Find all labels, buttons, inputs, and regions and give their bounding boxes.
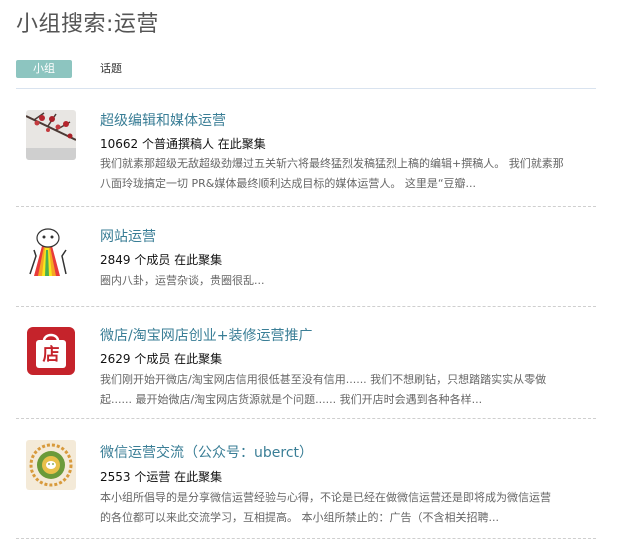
group-member-count: 10662 个普通撰稿人 在此聚集 — [100, 137, 266, 151]
page-title: 小组搜索:运营 — [16, 12, 159, 37]
description-line: 我们就素那超级无敌超级劲爆过五关斩六将最终猛烈发稿猛烈上稿的编辑+撰稿人。 我们… — [100, 157, 564, 170]
page: 小组搜索:运营 小组 话题 超级编辑和媒体运营 10662 个普通撰稿人 在此聚… — [0, 0, 640, 546]
group-name-link[interactable]: 微店/淘宝网店创业+装修运营推广 — [100, 325, 312, 345]
group-name-link[interactable]: 微信运营交流（公众号：uberct） — [100, 442, 313, 462]
group-item: 网站运营 2849 个成员 在此聚集 圈内八卦，运营杂谈，贵圈很乱... — [16, 218, 596, 307]
description-line: 的各位都可以来此交流学习，互相提高。 本小组所禁止的：广告（不含相关招聘... — [100, 511, 499, 524]
group-description: 我们就素那超级无敌超级劲爆过五关斩六将最终猛烈发稿猛烈上稿的编辑+撰稿人。 我们… — [100, 154, 592, 194]
group-item: 店 微店/淘宝网店创业+装修运营推广 2629 个成员 在此聚集 我们刚开始开微… — [16, 316, 596, 419]
shop-bag-icon[interactable]: 店 — [26, 326, 76, 376]
wechat-emblem-icon[interactable] — [26, 440, 76, 490]
shop-icon-label: 店 — [42, 345, 60, 365]
description-line: 本小组所倡导的是分享微信运营经验与心得，不论是已经在做微信运营还是即将成为微信运… — [100, 491, 551, 504]
group-member-count: 2553 个运营 在此聚集 — [100, 470, 223, 484]
group-description: 圈内八卦，运营杂谈，贵圈很乱... — [100, 271, 592, 291]
group-name-link[interactable]: 网站运营 — [100, 226, 156, 246]
tab-bar: 小组 话题 — [16, 60, 596, 89]
description-line: 八面玲珑搞定一切 PR&媒体最终顺利达成目标的媒体运营人。 这里是“豆瓣... — [100, 177, 477, 190]
branch-photo-icon[interactable] — [26, 110, 76, 160]
group-member-count: 2629 个成员 在此聚集 — [100, 352, 223, 366]
group-description: 我们刚开始开微店/淘宝网店信用很低甚至没有信用...... 我们不想刷钻，只想踏… — [100, 370, 592, 410]
tab-groups[interactable]: 小组 — [16, 60, 72, 78]
description-line: 起...... 最开始微店/淘宝网店货源就是个问题...... 我们开店时会遇到… — [100, 393, 483, 406]
description-line: 圈内八卦，运营杂谈，贵圈很乱... — [100, 274, 265, 287]
group-item: 超级编辑和媒体运营 10662 个普通撰稿人 在此聚集 我们就素那超级无敌超级劲… — [16, 100, 596, 207]
description-line: 我们刚开始开微店/淘宝网店信用很低甚至没有信用...... 我们不想刷钻，只想踏… — [100, 373, 547, 386]
tab-topics[interactable]: 话题 — [96, 60, 126, 78]
group-member-count: 2849 个成员 在此聚集 — [100, 253, 223, 267]
group-item: 微信运营交流（公众号：uberct） 2553 个运营 在此聚集 本小组所倡导的… — [16, 430, 596, 539]
group-name-link[interactable]: 超级编辑和媒体运营 — [100, 110, 226, 130]
group-description: 本小组所倡导的是分享微信运营经验与心得，不论是已经在做微信运营还是即将成为微信运… — [100, 488, 592, 528]
rainbow-puke-icon[interactable] — [26, 226, 76, 276]
